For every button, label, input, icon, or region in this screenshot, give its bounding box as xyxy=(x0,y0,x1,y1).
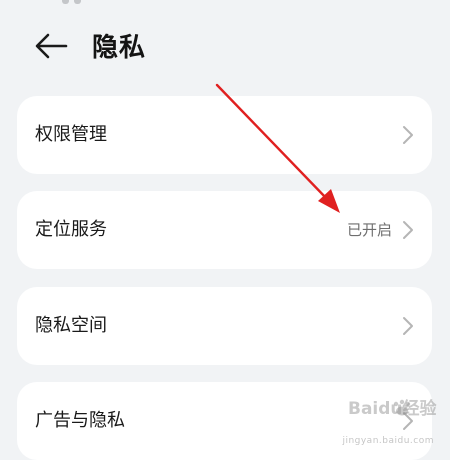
watermark-logo-text: Baidu经验 xyxy=(348,398,438,419)
chevron-right-icon xyxy=(402,125,414,145)
settings-item-label: 定位服务 xyxy=(35,219,107,240)
header: 隐私 xyxy=(0,22,450,74)
watermark-url: jingyan.baidu.com xyxy=(342,436,434,446)
status-bar-remnant xyxy=(62,0,82,4)
status-bar-fragment xyxy=(74,0,81,4)
settings-item-permission-management[interactable]: 权限管理 xyxy=(17,96,432,174)
arrow-left-icon xyxy=(35,33,68,59)
back-button[interactable] xyxy=(30,30,70,66)
chevron-right-icon xyxy=(402,316,414,336)
settings-item-private-space[interactable]: 隐私空间 xyxy=(17,287,432,365)
baidu-jingyan-logo: Baidu经验 xyxy=(348,398,438,419)
chevron-right-icon xyxy=(402,220,414,240)
settings-item-status: 已开启 xyxy=(346,221,392,239)
page-title: 隐私 xyxy=(92,33,147,63)
status-bar-fragment xyxy=(62,0,69,4)
settings-item-label: 广告与隐私 xyxy=(35,410,125,431)
settings-item-location-services[interactable]: 定位服务 已开启 xyxy=(17,191,432,269)
settings-item-label: 隐私空间 xyxy=(35,315,107,336)
settings-item-label: 权限管理 xyxy=(35,124,107,145)
